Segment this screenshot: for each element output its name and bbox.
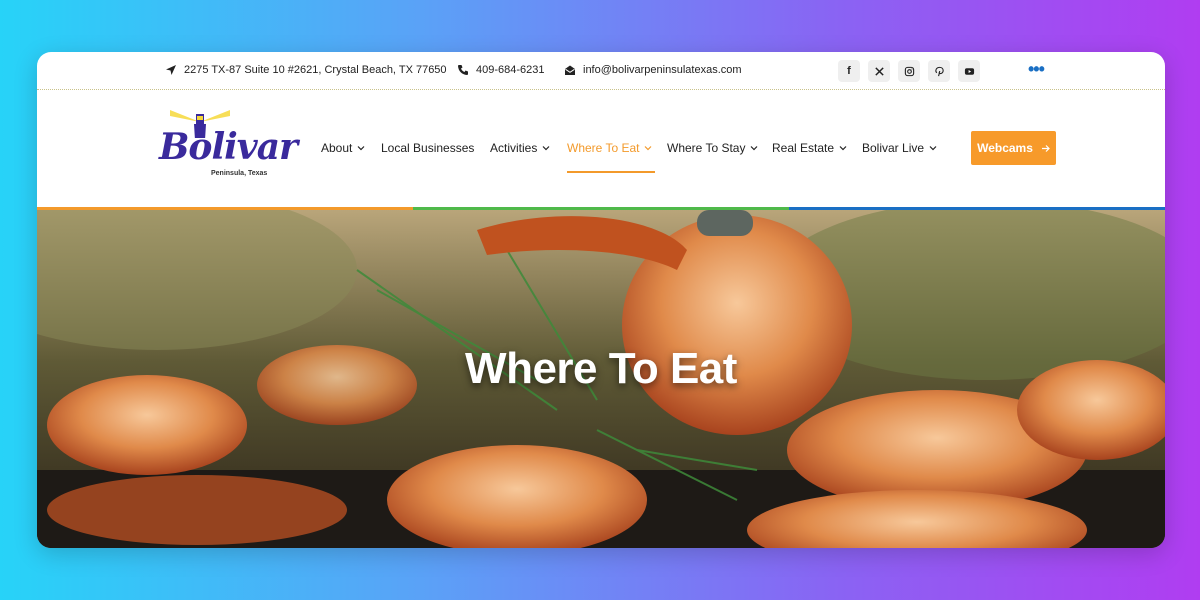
nav-label: Activities [490, 141, 538, 155]
x-twitter-button[interactable] [868, 60, 890, 82]
address-text: 2275 TX-87 Suite 10 #2621, Crystal Beach… [184, 64, 447, 76]
email-link[interactable]: info@bolivarpeninsulatexas.com [564, 64, 742, 76]
nav-bolivar-live[interactable]: Bolivar Live [862, 140, 937, 156]
chevron-down-icon [839, 146, 847, 151]
nav-label: Where To Stay [667, 141, 746, 155]
ellipsis-icon[interactable]: ••• [1028, 60, 1045, 78]
facebook-button[interactable]: f [838, 60, 860, 82]
email-text: info@bolivarpeninsulatexas.com [583, 64, 742, 76]
site-header: Bolivar Peninsula, Texas About Local Bus… [37, 90, 1165, 208]
facebook-icon: f [847, 65, 851, 77]
nav-activities[interactable]: Activities [490, 140, 550, 156]
chevron-down-icon [929, 146, 937, 151]
phone-link[interactable]: 409-684-6231 [457, 64, 545, 76]
location-arrow-icon [166, 65, 176, 75]
nav-label: Local Businesses [381, 141, 475, 155]
chevron-down-icon [645, 146, 652, 151]
nav-label: Real Estate [772, 141, 835, 155]
x-icon [874, 66, 884, 76]
top-info-bar: 2275 TX-87 Suite 10 #2621, Crystal Beach… [37, 52, 1165, 90]
nav-where-to-eat[interactable]: Where To Eat [567, 140, 652, 156]
hero-banner: Where To Eat [37, 210, 1165, 548]
active-nav-underline [567, 171, 655, 173]
chevron-down-icon [542, 146, 550, 151]
address-link[interactable]: 2275 TX-87 Suite 10 #2621, Crystal Beach… [165, 64, 447, 76]
envelope-open-icon [565, 65, 575, 75]
phone-text: 409-684-6231 [476, 64, 545, 76]
chevron-down-icon [357, 146, 365, 151]
nav-label: About [321, 141, 353, 155]
instagram-button[interactable] [898, 60, 920, 82]
pinterest-button[interactable] [928, 60, 950, 82]
arrow-right-icon [1041, 144, 1050, 152]
nav-label: Bolivar Live [862, 141, 925, 155]
nav-about[interactable]: About [321, 140, 365, 156]
webcams-button[interactable]: Webcams [971, 131, 1056, 165]
pinterest-icon [934, 66, 944, 76]
nav-where-to-stay[interactable]: Where To Stay [667, 140, 758, 156]
browser-window: 2275 TX-87 Suite 10 #2621, Crystal Beach… [37, 52, 1165, 548]
youtube-button[interactable] [958, 60, 980, 82]
site-logo[interactable]: Bolivar Peninsula, Texas [155, 108, 298, 192]
phone-icon [458, 65, 468, 75]
instagram-icon [904, 66, 914, 76]
nav-real-estate[interactable]: Real Estate [772, 140, 847, 156]
hero-title: Where To Eat [465, 344, 737, 393]
logo-tagline: Peninsula, Texas [211, 170, 268, 177]
nav-local-businesses[interactable]: Local Businesses [381, 140, 474, 156]
nav-label: Where To Eat [567, 141, 640, 155]
chevron-down-icon [751, 146, 758, 151]
logo-name: Bolivar [159, 126, 298, 168]
webcams-label: Webcams [977, 141, 1033, 155]
youtube-icon [964, 67, 974, 75]
